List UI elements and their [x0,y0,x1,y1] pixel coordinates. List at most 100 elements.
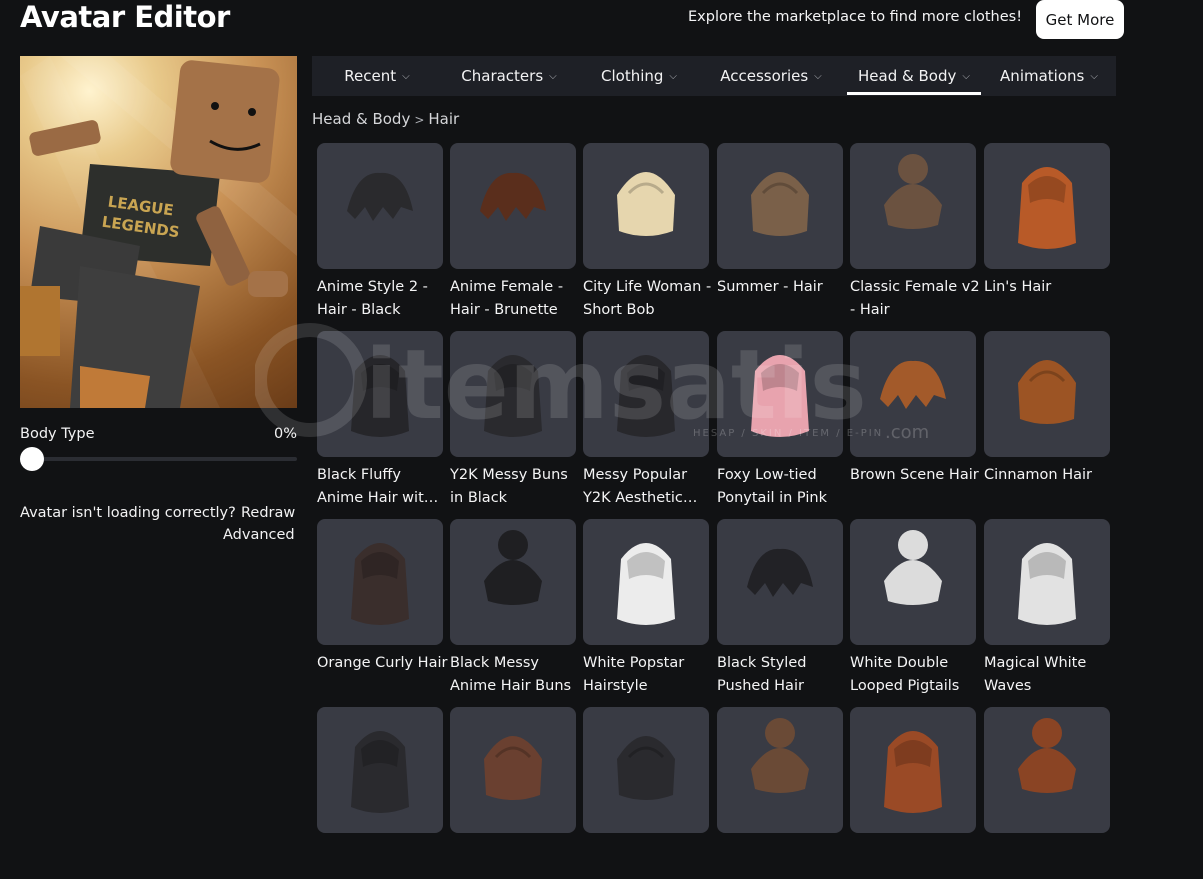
hair-item-thumbnail[interactable] [984,331,1110,457]
hair-item-thumbnail[interactable] [717,519,843,645]
avatar-preview[interactable]: LEAGUE LEGENDS 3D [20,56,297,408]
marketplace-promo-text: Explore the marketplace to find more clo… [688,9,1023,25]
hair-item-name[interactable]: White Popstar Hairstyle [583,652,715,698]
breadcrumb-current: Hair [428,110,460,128]
tab-characters[interactable]: Characters ⌵ [442,56,576,96]
hair-item-thumbnail[interactable] [450,519,576,645]
hair-item-thumbnail[interactable] [717,707,843,833]
chevron-down-icon: ⌵ [1090,70,1098,82]
hair-item-thumbnail[interactable] [583,707,709,833]
hair-item-thumbnail[interactable] [850,519,976,645]
hair-item-card[interactable]: Y2K Messy Buns in Black [450,331,576,506]
get-more-button[interactable]: Get More [1036,0,1124,39]
hair-item-card[interactable]: Anime Female - Hair - Brunette [450,143,576,318]
hair-item-card[interactable]: Messy Popular Y2K Aesthetic… [583,331,709,506]
hair-item-card[interactable]: White Double Looped Pigtails [850,519,976,694]
tab-accessories[interactable]: Accessories ⌵ [702,56,840,96]
hair-item-thumbnail[interactable] [984,143,1110,269]
hair-item-name[interactable]: City Life Woman - Short Bob [583,276,715,322]
hair-item-thumbnail[interactable] [583,519,709,645]
hair-item-thumbnail[interactable] [583,331,709,457]
tab-head-and-body[interactable]: Head & Body ⌵ [847,56,981,96]
body-type-label: Body Type [20,426,95,442]
chevron-down-icon: ⌵ [962,70,970,82]
hair-item-name[interactable]: White Double Looped Pigtails [850,652,982,698]
body-type-slider-thumb[interactable] [20,447,44,471]
chevron-right-icon: > [414,113,425,127]
tab-label: Clothing [601,67,664,85]
hair-item-thumbnail[interactable] [450,143,576,269]
hair-item-thumbnail[interactable] [317,143,443,269]
page-title: Avatar Editor [20,0,230,34]
hair-item-card[interactable]: Summer - Hair [717,143,843,315]
hair-item-name[interactable]: Orange Curly Hair [317,652,449,698]
hair-item-card[interactable]: Orange Curly Hair [317,519,447,691]
hair-item-card[interactable]: Black Messy Anime Hair Buns [450,519,576,694]
hair-item-card[interactable] [450,707,576,879]
hair-item-thumbnail[interactable] [850,331,976,457]
tab-label: Animations [1000,67,1085,85]
tab-animations[interactable]: Animations ⌵ [986,56,1112,96]
hair-item-name[interactable]: Black Fluffy Anime Hair wit… [317,464,449,510]
hair-item-card[interactable]: Black Styled Pushed Hair [717,519,843,694]
hair-item-card[interactable] [717,707,843,879]
chevron-down-icon: ⌵ [402,70,410,82]
tab-label: Characters [461,67,544,85]
hair-item-thumbnail[interactable] [450,707,576,833]
hair-item-name[interactable]: Brown Scene Hair [850,464,982,510]
hair-item-name[interactable]: Anime Female - Hair - Brunette [450,276,582,322]
hair-item-card[interactable] [984,707,1110,879]
hair-item-card[interactable] [317,707,443,879]
hair-item-name[interactable]: Cinnamon Hair [984,464,1116,510]
hair-item-card[interactable] [583,707,709,879]
chevron-down-icon: ⌵ [669,70,677,82]
hair-item-thumbnail[interactable] [850,143,976,269]
hair-item-thumbnail[interactable] [984,707,1110,833]
category-tab-bar: Recent ⌵ Characters ⌵ Clothing ⌵ Accessorie… [312,56,1116,96]
advanced-link[interactable]: Advanced [223,527,295,543]
hair-item-name[interactable]: Summer - Hair [717,276,849,322]
tab-label: Recent [344,67,397,85]
hair-item-thumbnail[interactable] [850,707,976,833]
hair-item-name[interactable]: Classic Female v2 - Hair [850,276,982,322]
hair-item-card[interactable]: Brown Scene Hair [850,331,979,503]
hair-item-name[interactable]: Magical White Waves [984,652,1116,698]
hair-item-card[interactable]: Cinnamon Hair [984,331,1110,503]
hair-item-thumbnail[interactable] [317,707,443,833]
chevron-down-icon: ⌵ [549,70,557,82]
hair-item-card[interactable]: Magical White Waves [984,519,1110,694]
hair-item-card[interactable]: Anime Style 2 - Hair - Black [317,143,443,318]
body-type-value: 0% [274,426,298,442]
hair-item-thumbnail[interactable] [717,143,843,269]
hair-item-card[interactable]: City Life Woman - Short Bob [583,143,711,318]
hair-item-thumbnail[interactable] [317,519,443,645]
hair-item-thumbnail[interactable] [583,143,709,269]
hair-item-card[interactable]: Classic Female v2 - Hair [850,143,980,318]
hair-item-name[interactable]: Lin's Hair [984,276,1116,322]
hair-item-name[interactable]: Foxy Low-tied Ponytail in Pink [717,464,849,510]
redraw-link[interactable]: Redraw [241,505,295,521]
hair-item-name[interactable]: Black Styled Pushed Hair [717,652,849,698]
hair-item-card[interactable]: Black Fluffy Anime Hair wit… [317,331,443,506]
hair-item-name[interactable]: Anime Style 2 - Hair - Black [317,276,449,322]
hair-item-thumbnail[interactable] [984,519,1110,645]
hair-item-thumbnail[interactable] [450,331,576,457]
hair-item-thumbnail[interactable] [317,331,443,457]
hair-item-card[interactable] [850,707,976,879]
tab-label: Accessories [720,67,809,85]
hair-item-card[interactable]: Foxy Low-tied Ponytail in Pink [717,331,843,506]
tab-recent[interactable]: Recent ⌵ [312,56,442,96]
hair-item-thumbnail[interactable] [717,331,843,457]
avatar-figure: LEAGUE LEGENDS [20,56,297,408]
hair-item-card[interactable]: Lin's Hair [984,143,1110,315]
hair-item-name[interactable]: Messy Popular Y2K Aesthetic… [583,464,715,510]
body-type-slider-track[interactable] [20,457,297,461]
hair-item-card[interactable]: White Popstar Hairstyle [583,519,709,694]
chevron-down-icon: ⌵ [814,70,822,82]
tab-label: Head & Body [858,67,957,85]
breadcrumb: Head & Body > Hair [312,110,459,128]
breadcrumb-root-link[interactable]: Head & Body [312,110,410,128]
hair-item-name[interactable]: Y2K Messy Buns in Black [450,464,582,510]
hair-item-name[interactable]: Black Messy Anime Hair Buns [450,652,582,698]
tab-clothing[interactable]: Clothing ⌵ [576,56,702,96]
